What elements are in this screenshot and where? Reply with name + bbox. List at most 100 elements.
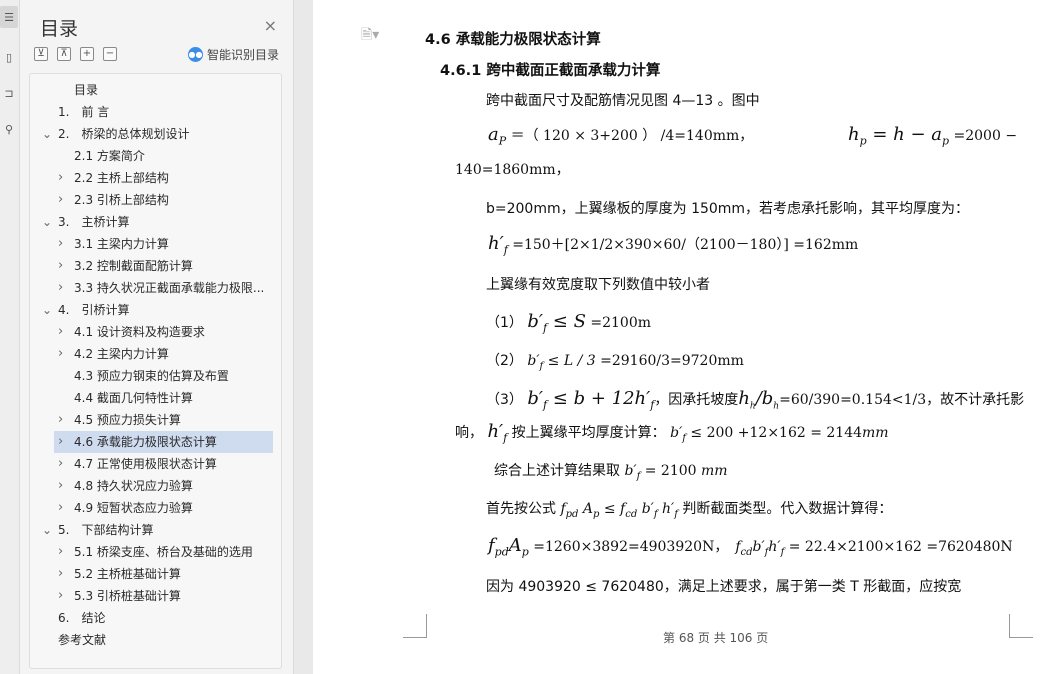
toc-item-label: 4.3 预应力钢束的估算及布置	[74, 369, 229, 383]
para-line-3: 140=1860mm，	[455, 162, 570, 178]
toc-item[interactable]: ⌄ 5. 下部结构计算	[30, 519, 281, 541]
toc-item[interactable]: › 4.8 持久状况应力验算	[30, 475, 281, 497]
toc-item[interactable]: 目录	[30, 79, 281, 101]
bookmark-icon[interactable]: ⊐	[0, 82, 18, 104]
toc-item[interactable]: › 5.1 桥梁支座、桥台及基础的选用	[30, 541, 281, 563]
smart-toc-button[interactable]: ●● 智能识别目录	[187, 46, 279, 63]
chevron-right-icon[interactable]: ›	[58, 321, 63, 343]
chevron-right-icon[interactable]: ›	[58, 255, 63, 277]
list-icon[interactable]: ☰	[0, 6, 18, 28]
chevron-down-icon[interactable]: ⌄	[42, 123, 52, 145]
chevron-right-icon[interactable]: ›	[58, 189, 63, 211]
toc-item-label: 4.7 正常使用极限状态计算	[74, 457, 217, 471]
toc-item[interactable]: › 4.1 设计资料及构造要求	[30, 321, 281, 343]
toc-item[interactable]: › 3.1 主梁内力计算	[30, 233, 281, 255]
toc-item-label: 3.1 主梁内力计算	[74, 237, 169, 251]
hf-expr: =150＋[2×1/2×390×60/（2100－180）] =162mm	[512, 237, 859, 253]
chevron-right-icon[interactable]: ›	[58, 497, 63, 519]
toc-item[interactable]: › 3.2 控制截面配筋计算	[30, 255, 281, 277]
toc-item[interactable]: ⌄ 2. 桥梁的总体规划设计	[30, 123, 281, 145]
collapse-all-icon[interactable]: ⊻	[34, 47, 48, 61]
close-icon[interactable]: ×	[264, 16, 277, 35]
para-line-9: （3） b′f ≤ b + 12h′f，因承托坡度hh/bh=60/390=0.…	[486, 388, 1025, 412]
toc-item[interactable]: › 2.2 主桥上部结构	[30, 167, 281, 189]
toc-item-label: 4.8 持久状况应力验算	[74, 479, 193, 493]
toc-item[interactable]: › 5.3 引桥桩基础计算	[30, 585, 281, 607]
chevron-down-icon[interactable]: ⌄	[42, 519, 52, 541]
para-line-2: aP ＝（ 120 × 3+200 ） /4=140mm，	[488, 124, 754, 148]
page-footer: 第 68 页 共 106 页	[663, 631, 769, 645]
toc-item-label: 1. 前 言	[58, 105, 110, 119]
chevron-right-icon[interactable]: ›	[58, 277, 63, 299]
toc-item[interactable]: ⌄ 3. 主桥计算	[30, 211, 281, 233]
para-line-8: （2） b′f ≤ L / 3 =29160/3=9720mm	[486, 353, 744, 372]
chevron-right-icon[interactable]: ›	[58, 563, 63, 585]
search-icon[interactable]: ⚲	[0, 118, 18, 140]
toc-item-label: 参考文献	[58, 633, 107, 647]
chevron-right-icon[interactable]: ›	[58, 431, 63, 453]
toc-item[interactable]: › 4.6 承载能力极限状态计算	[54, 431, 273, 453]
toc-item-label: 4.2 主梁内力计算	[74, 347, 169, 361]
add-heading-icon[interactable]: +	[80, 47, 94, 61]
para-line-11: 综合上述计算结果取 b′f = 2100 mm	[494, 463, 728, 482]
toc-item-label: 6. 结论	[58, 611, 106, 625]
toc-item[interactable]: 2.1 方案简介	[30, 145, 281, 167]
chevron-right-icon[interactable]: ›	[58, 409, 63, 431]
toc-item-label: 3. 主桥计算	[58, 215, 130, 229]
chevron-right-icon[interactable]: ›	[58, 475, 63, 497]
heading-4-6: 4.6 承载能力极限状态计算	[425, 32, 601, 48]
toc-item[interactable]: 6. 结论	[30, 607, 281, 629]
para-line-5: h′f =150＋[2×1/2×390×60/（2100－180）] =162m…	[488, 233, 859, 257]
para-line-7: （1） b′f ≤ S =2100m	[486, 311, 652, 335]
toc-item-label: 5.1 桥梁支座、桥台及基础的选用	[74, 545, 253, 559]
toc-item[interactable]: ⌄ 4. 引桥计算	[30, 299, 281, 321]
toc-item-label: 2.3 引桥上部结构	[74, 193, 169, 207]
page-corner-right	[1009, 614, 1033, 638]
toc-toolbar: ⊻ ⊼ + −	[34, 47, 117, 63]
toc-item[interactable]: › 4.7 正常使用极限状态计算	[30, 453, 281, 475]
chevron-right-icon[interactable]: ›	[58, 343, 63, 365]
toc-item-label: 2.1 方案简介	[74, 149, 145, 163]
toc-item[interactable]: 参考文献	[30, 629, 281, 651]
toc-item[interactable]: 1. 前 言	[30, 101, 281, 123]
para-line-6: 上翼缘有效宽度取下列数值中较小者	[486, 277, 710, 293]
toc-item[interactable]: 4.4 截面几何特性计算	[30, 387, 281, 409]
toc-item-label: 3.2 控制截面配筋计算	[74, 259, 193, 273]
toc-item-label: 4.5 预应力损失计算	[74, 413, 181, 427]
toc-item[interactable]: 4.3 预应力钢束的估算及布置	[30, 365, 281, 387]
chevron-right-icon[interactable]: ›	[58, 233, 63, 255]
document-icon[interactable]: ▯	[0, 46, 18, 68]
toc-item[interactable]: › 4.5 预应力损失计算	[30, 409, 281, 431]
toc-title: 目录	[40, 18, 79, 40]
toc-item[interactable]: › 2.3 引桥上部结构	[30, 189, 281, 211]
toc-item[interactable]: › 3.3 持久状况正截面承载能力极限...	[30, 277, 281, 299]
smart-toc-label: 智能识别目录	[206, 48, 279, 62]
toc-item-label: 2.2 主桥上部结构	[74, 171, 169, 185]
toc-item-label: 4. 引桥计算	[58, 303, 130, 317]
chevron-right-icon[interactable]: ›	[58, 453, 63, 475]
para-line-12: 首先按公式 fpd Ap ≤ fcd b′f h′f 判断截面类型。代入数据计算…	[486, 501, 893, 520]
chevron-right-icon[interactable]: ›	[58, 585, 63, 607]
para-line-13: fpdAp =1260×3892=4903920N， fcdb′fh′f = 2…	[488, 535, 1013, 559]
toc-item[interactable]: › 4.2 主梁内力计算	[30, 343, 281, 365]
chevron-right-icon[interactable]: ›	[58, 167, 63, 189]
hp-value: =2000 −	[953, 128, 1018, 144]
toc-item-label: 目录	[74, 83, 99, 97]
document-page: 🗎▾ 4.6 承载能力极限状态计算 4.6.1 跨中截面正截面承载力计算 跨中截…	[313, 0, 1057, 674]
chevron-right-icon[interactable]: ›	[58, 541, 63, 563]
toc-item-label: 4.9 短暂状态应力验算	[74, 501, 193, 515]
para-line-10: 响， h′f 按上翼缘平均厚度计算： b′f ≤ 200 +12×162 = 2…	[455, 421, 889, 445]
toc-item-label: 5.3 引桥桩基础计算	[74, 589, 181, 603]
left-rail: ☰ ▯ ⊐ ⚲	[0, 0, 20, 674]
ap-expr: ＝（ 120 × 3+200 ） /4=140mm，	[510, 128, 754, 144]
heading-4-6-1: 4.6.1 跨中截面正截面承载力计算	[440, 63, 661, 79]
remove-heading-icon[interactable]: −	[103, 47, 117, 61]
page-file-icon[interactable]: 🗎▾	[361, 24, 379, 48]
page-corner-left	[403, 614, 427, 638]
chevron-down-icon[interactable]: ⌄	[42, 211, 52, 233]
toc-item[interactable]: › 4.9 短暂状态应力验算	[30, 497, 281, 519]
chevron-down-icon[interactable]: ⌄	[42, 299, 52, 321]
toc-item-label: 4.4 截面几何特性计算	[74, 391, 193, 405]
toc-item[interactable]: › 5.2 主桥桩基础计算	[30, 563, 281, 585]
expand-all-icon[interactable]: ⊼	[57, 47, 71, 61]
